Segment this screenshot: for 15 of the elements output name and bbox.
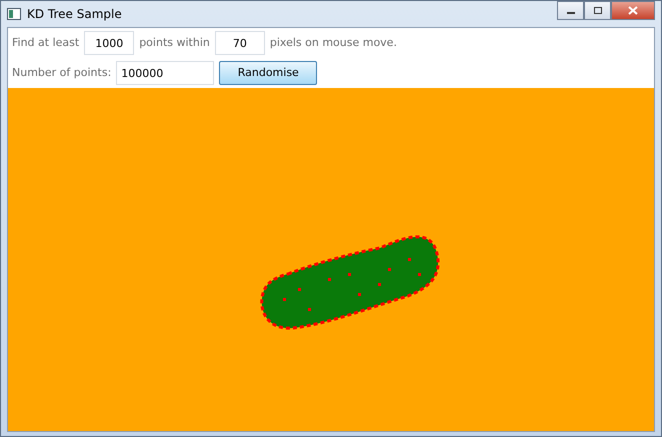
points-label: Number of points: (12, 64, 112, 81)
close-button[interactable] (611, 1, 655, 20)
pixels-label: pixels on mouse move. (270, 34, 397, 51)
points-field[interactable]: 100000 (116, 61, 214, 85)
minimize-button[interactable] (557, 1, 584, 20)
randomise-button[interactable]: Randomise (219, 61, 318, 85)
close-icon (628, 6, 638, 15)
within-label: points within (139, 34, 210, 51)
find-label: Find at least (12, 34, 80, 51)
maximize-button[interactable] (584, 1, 611, 20)
maximize-icon (592, 6, 602, 15)
radius-field[interactable]: 70 (214, 31, 265, 55)
count-field[interactable]: 1000 (84, 31, 134, 55)
window-title: KD Tree Sample (27, 6, 122, 23)
app-icon (7, 8, 21, 20)
